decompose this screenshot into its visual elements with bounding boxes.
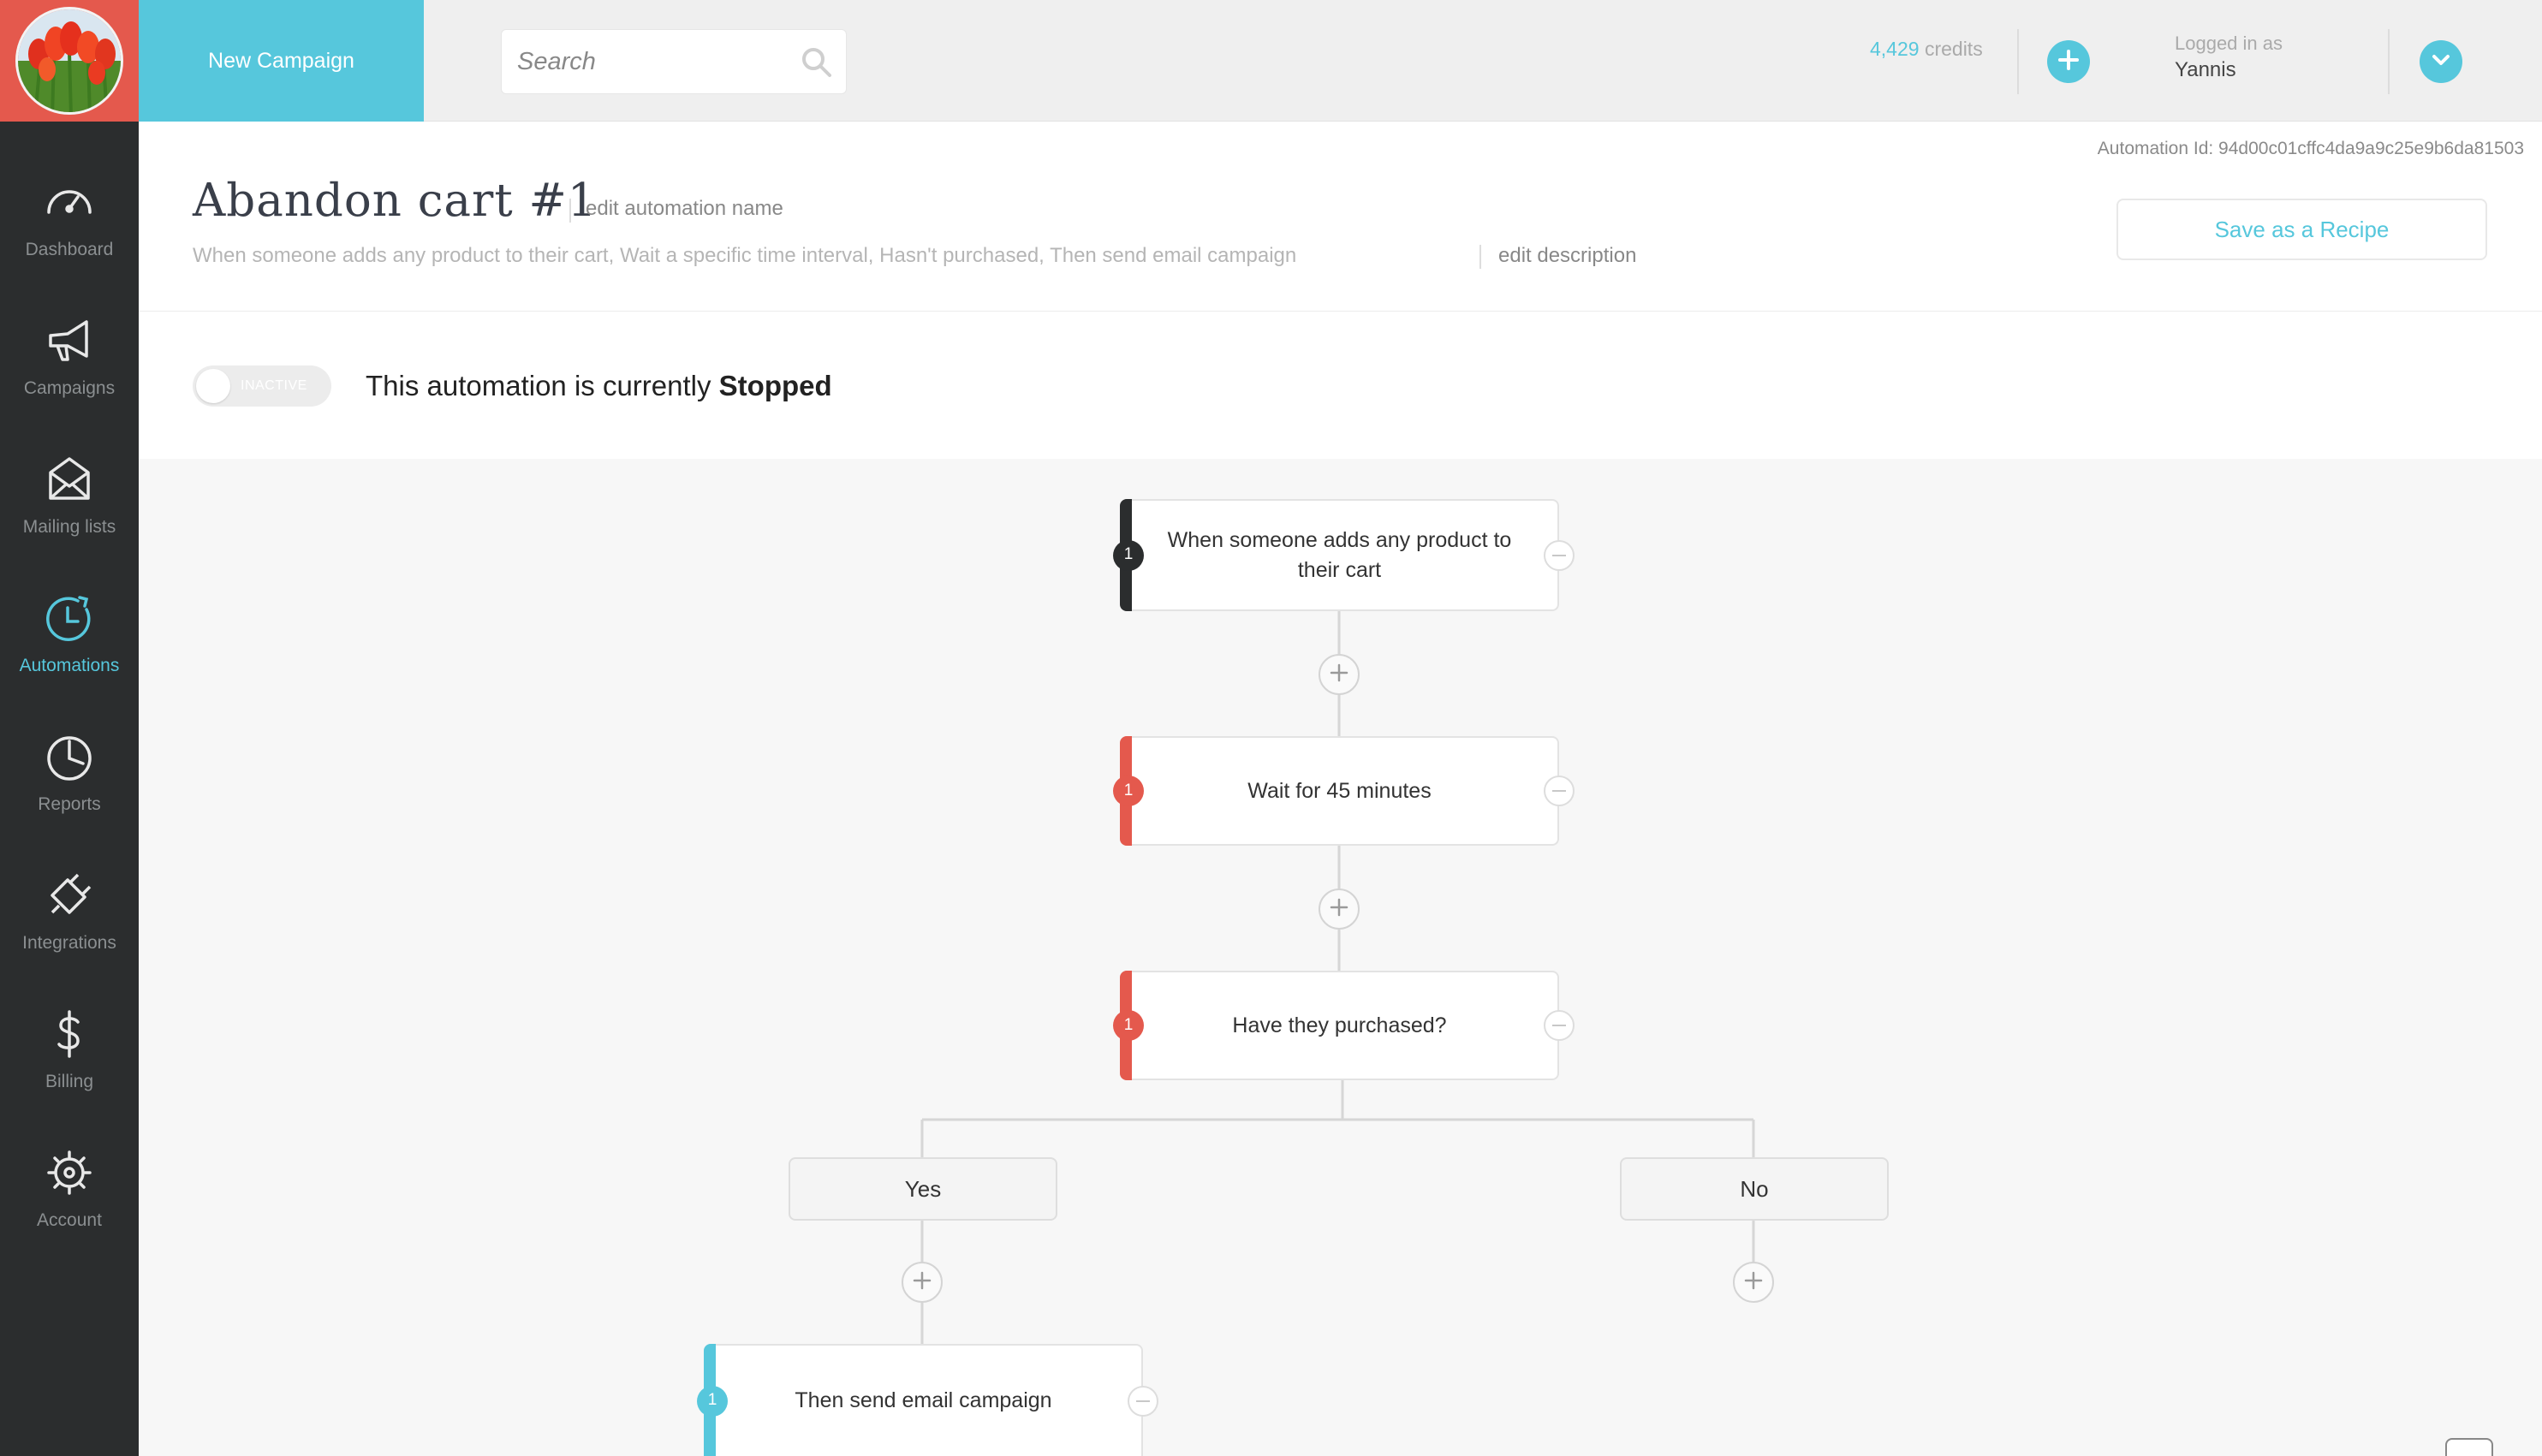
remove-step-button[interactable] — [1544, 776, 1575, 806]
branch-no[interactable]: No — [1620, 1157, 1889, 1221]
save-as-recipe-button[interactable]: Save as a Recipe — [2116, 199, 2487, 260]
plus-icon — [1744, 1271, 1763, 1294]
search-box — [501, 29, 847, 94]
sidebar-item-campaigns[interactable]: Campaigns — [0, 277, 139, 416]
status-panel: INACTIVE This automation is currently St… — [139, 312, 2542, 459]
search-icon[interactable] — [800, 45, 834, 80]
sidebar-item-billing[interactable]: Billing — [0, 971, 139, 1109]
active-toggle[interactable]: INACTIVE — [193, 365, 331, 407]
divider — [2017, 29, 2019, 94]
logo[interactable] — [0, 0, 139, 122]
page-title: Abandon cart #1 — [193, 175, 598, 227]
divider — [1479, 245, 1481, 269]
divider — [569, 199, 571, 223]
automation-id: Automation Id: 94d00c01cffc4da9a9c25e9b6… — [2097, 139, 2524, 158]
app-root: Dashboard Campaigns Mailing lists Automa… — [0, 0, 2542, 1456]
search-input[interactable] — [502, 30, 784, 93]
sidebar: Dashboard Campaigns Mailing lists Automa… — [0, 0, 139, 1456]
envelope-icon — [42, 452, 97, 507]
automation-header: Automation Id: 94d00c01cffc4da9a9c25e9b6… — [139, 122, 2542, 312]
plus-icon — [2057, 49, 2080, 75]
credits-unit: credits — [1924, 38, 1983, 60]
step-text: Have they purchased? — [1232, 1013, 1447, 1037]
plus-icon — [1330, 663, 1348, 686]
megaphone-icon — [42, 313, 97, 368]
toggle-knob — [196, 369, 230, 403]
flow-step-trigger[interactable]: 1 When someone adds any product to their… — [1113, 499, 1575, 611]
sidebar-item-automations[interactable]: Automations — [0, 555, 139, 693]
edit-description-link[interactable]: edit description — [1498, 244, 1636, 268]
sidebar-item-mailing-lists[interactable]: Mailing lists — [0, 416, 139, 555]
sidebar-item-integrations[interactable]: Integrations — [0, 832, 139, 971]
status-state: Stopped — [718, 370, 832, 401]
sidebar-item-label: Account — [37, 1210, 102, 1230]
flow-canvas: 1 When someone adds any product to their… — [139, 459, 2542, 1456]
plus-icon — [1330, 898, 1348, 921]
clock-icon — [42, 591, 97, 645]
status-text: This automation is currently Stopped — [366, 370, 832, 402]
account-menu-button[interactable] — [2420, 40, 2462, 83]
automation-description: When someone adds any product to their c… — [193, 244, 1297, 267]
plus-icon — [913, 1271, 932, 1294]
edit-name-link[interactable]: edit automation name — [586, 197, 783, 221]
step-text: Then send email campaign — [795, 1388, 1052, 1412]
chevron-down-icon — [2430, 49, 2452, 75]
sidebar-item-label: Reports — [38, 794, 101, 814]
step-badge: 1 — [1113, 539, 1144, 571]
sidebar-item-label: Billing — [45, 1072, 94, 1091]
sidebar-item-label: Automations — [19, 656, 120, 675]
chat-widget-button[interactable] — [2445, 1438, 2493, 1456]
sidebar-item-dashboard[interactable]: Dashboard — [0, 139, 139, 277]
logged-in-label: Logged in as — [2175, 33, 2283, 54]
remove-step-button[interactable] — [1544, 539, 1575, 571]
credits-count: 4,429 — [1870, 38, 1920, 60]
remove-step-button[interactable] — [1544, 1010, 1575, 1041]
sidebar-item-label: Campaigns — [23, 378, 116, 398]
flow-step-condition[interactable]: 1 Have they purchased? — [1113, 971, 1575, 1080]
gear-icon — [42, 1145, 97, 1200]
add-step-button-no[interactable] — [1733, 1262, 1774, 1303]
step-badge: 1 — [1113, 1010, 1144, 1041]
branch-yes[interactable]: Yes — [789, 1157, 1057, 1221]
add-step-button[interactable] — [1319, 888, 1360, 930]
sidebar-item-label: Integrations — [22, 933, 116, 953]
sidebar-item-reports[interactable]: Reports — [0, 693, 139, 832]
avatar — [15, 7, 123, 115]
flow-step-wait[interactable]: 1 Wait for 45 minutes — [1113, 736, 1575, 846]
add-step-button-yes[interactable] — [902, 1262, 943, 1303]
sidebar-item-account[interactable]: Account — [0, 1109, 139, 1248]
toggle-label: INACTIVE — [241, 378, 307, 393]
step-badge: 1 — [697, 1385, 728, 1417]
credits-display: 4,429 credits — [1870, 38, 1983, 61]
add-credits-button[interactable] — [2047, 40, 2090, 83]
pie-chart-icon — [42, 729, 97, 784]
divider — [2388, 29, 2390, 94]
status-prefix: This automation is currently — [366, 370, 711, 401]
remove-step-button[interactable] — [1128, 1385, 1158, 1417]
add-step-button[interactable] — [1319, 654, 1360, 695]
step-badge: 1 — [1113, 776, 1144, 806]
top-bar: New Campaign 4,429 credits Logged in as — [139, 0, 2542, 122]
dollar-icon — [42, 1007, 97, 1061]
plug-icon — [42, 868, 97, 923]
sidebar-item-label: Dashboard — [25, 240, 114, 259]
step-text: Wait for 45 minutes — [1247, 778, 1432, 803]
step-text: When someone adds any product to their c… — [1167, 527, 1512, 582]
sidebar-item-label: Mailing lists — [22, 517, 116, 537]
new-campaign-button[interactable]: New Campaign — [139, 0, 424, 122]
flow-step-send-email[interactable]: 1 Then send email campaign — [697, 1344, 1158, 1456]
username: Yannis — [2175, 58, 2236, 81]
gauge-icon — [42, 175, 97, 229]
